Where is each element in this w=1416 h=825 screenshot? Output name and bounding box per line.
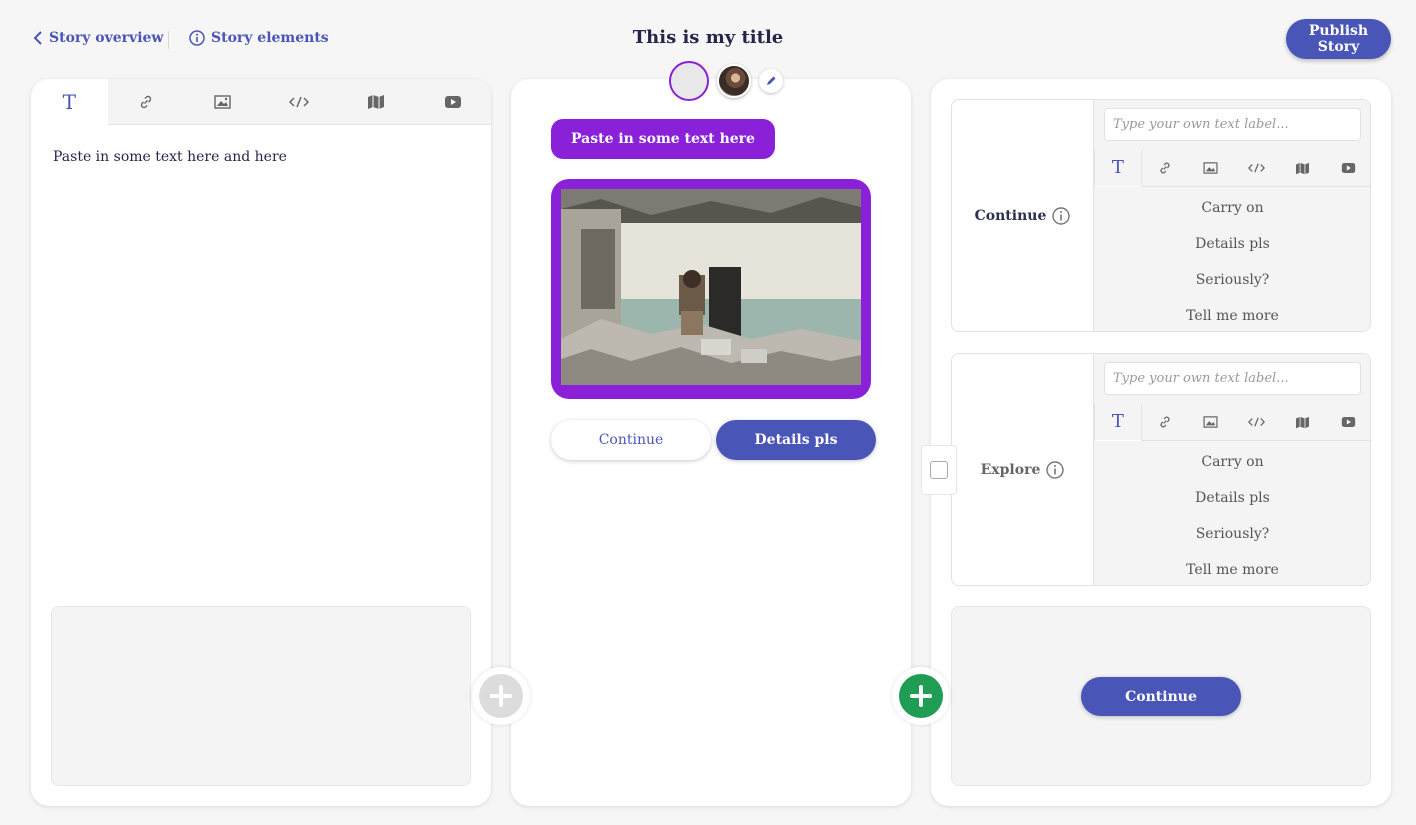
checkbox-box: [930, 461, 948, 479]
option-item[interactable]: Tell me more: [1094, 298, 1370, 331]
plus-icon: [910, 685, 932, 707]
add-element-button[interactable]: [892, 667, 950, 725]
link-icon: [140, 95, 152, 108]
option-item[interactable]: Details pls: [1094, 226, 1370, 262]
avatar[interactable]: [717, 64, 751, 98]
option-item[interactable]: Carry on: [1094, 444, 1370, 480]
preview-panel: Paste in some text here Continue Details…: [511, 79, 911, 806]
plus-icon: [490, 685, 512, 707]
tab-map[interactable]: [338, 79, 415, 124]
image-icon: [1203, 162, 1218, 174]
tab-image[interactable]: [184, 79, 261, 124]
image-bubble[interactable]: [551, 179, 871, 399]
map-icon: [1295, 416, 1309, 428]
image-icon: [214, 94, 231, 109]
choice-tabs: T: [1094, 150, 1370, 187]
avatar-empty[interactable]: [669, 61, 709, 101]
avatar-row: [669, 61, 783, 101]
tab-link[interactable]: [108, 79, 185, 124]
text-icon: T: [1111, 411, 1124, 432]
tab-video[interactable]: [1325, 404, 1370, 440]
link-icon: [1160, 416, 1170, 428]
continue-button[interactable]: Continue: [1081, 677, 1241, 716]
code-icon: [289, 96, 310, 107]
image-icon: [1203, 416, 1218, 428]
code-icon: [1247, 417, 1265, 427]
pencil-icon: [767, 76, 776, 85]
rubble-photo-illustration: [561, 189, 861, 385]
option-item[interactable]: Details pls: [1094, 480, 1370, 516]
tab-code[interactable]: [1233, 404, 1280, 440]
link-icon: [1160, 162, 1170, 174]
option-list: Carry on Details pls Seriously? Tell me …: [1094, 444, 1370, 585]
choices-panel: Continue Type your own text label... T C…: [921, 79, 1391, 806]
tab-image[interactable]: [1187, 404, 1234, 440]
edit-avatar-button[interactable]: [759, 69, 783, 93]
text-icon: T: [62, 89, 76, 114]
map-icon: [368, 94, 385, 109]
choice-body: Type your own text label... T Carry on D…: [1094, 100, 1370, 331]
right-drop-zone: Continue: [951, 606, 1371, 786]
tab-text[interactable]: T: [31, 79, 108, 125]
tab-code[interactable]: [261, 79, 338, 124]
publish-story-button[interactable]: Publish Story: [1286, 19, 1391, 59]
page-title: This is my title: [632, 27, 784, 48]
text-label-input[interactable]: Type your own text label...: [1104, 362, 1361, 395]
option-list: Carry on Details pls Seriously? Tell me …: [1094, 190, 1370, 331]
add-element-button-disabled: [472, 667, 530, 725]
text-content[interactable]: Paste in some text here and here: [31, 125, 491, 189]
text-editor-panel: T Paste in some text here and here: [31, 79, 491, 806]
left-drop-zone[interactable]: [51, 606, 471, 786]
choice-label: Continue: [952, 100, 1094, 331]
tab-code[interactable]: [1233, 150, 1280, 186]
video-icon: [444, 95, 461, 108]
choice-card-explore: Explore Type your own text label... T Ca…: [951, 353, 1371, 586]
tab-map[interactable]: [1279, 150, 1326, 186]
option-item[interactable]: Seriously?: [1094, 262, 1370, 298]
map-icon: [1295, 162, 1309, 174]
video-icon: [1341, 417, 1355, 427]
tab-text[interactable]: T: [1094, 150, 1142, 187]
choice-checkbox[interactable]: [921, 445, 957, 495]
choice-card-continue: Continue Type your own text label... T C…: [951, 99, 1371, 332]
tab-link[interactable]: [1141, 404, 1188, 440]
info-icon[interactable]: [1046, 460, 1065, 479]
choice-body: Type your own text label... T Carry on D…: [1094, 354, 1370, 585]
choice-label-text: Continue: [974, 207, 1047, 224]
option-item[interactable]: Carry on: [1094, 190, 1370, 226]
continue-button[interactable]: Continue: [551, 420, 711, 460]
text-icon: T: [1111, 157, 1124, 178]
info-icon[interactable]: [1052, 206, 1071, 225]
text-label-input[interactable]: Type your own text label...: [1104, 108, 1361, 141]
tab-video[interactable]: [1325, 150, 1370, 186]
tab-image[interactable]: [1187, 150, 1234, 186]
option-item[interactable]: Tell me more: [1094, 552, 1370, 585]
story-photo: [561, 189, 861, 385]
option-item[interactable]: Seriously?: [1094, 516, 1370, 552]
editor-tabs: T: [31, 79, 491, 125]
tab-map[interactable]: [1279, 404, 1326, 440]
tab-text[interactable]: T: [1094, 404, 1142, 441]
tab-link[interactable]: [1141, 150, 1188, 186]
code-icon: [1247, 163, 1265, 173]
video-icon: [1341, 163, 1355, 173]
text-bubble[interactable]: Paste in some text here: [551, 119, 775, 159]
choice-label: Explore: [952, 354, 1094, 585]
choice-tabs: T: [1094, 404, 1370, 441]
details-button[interactable]: Details pls: [716, 420, 876, 460]
choice-label-text: Explore: [980, 461, 1041, 478]
tab-video[interactable]: [414, 79, 491, 124]
